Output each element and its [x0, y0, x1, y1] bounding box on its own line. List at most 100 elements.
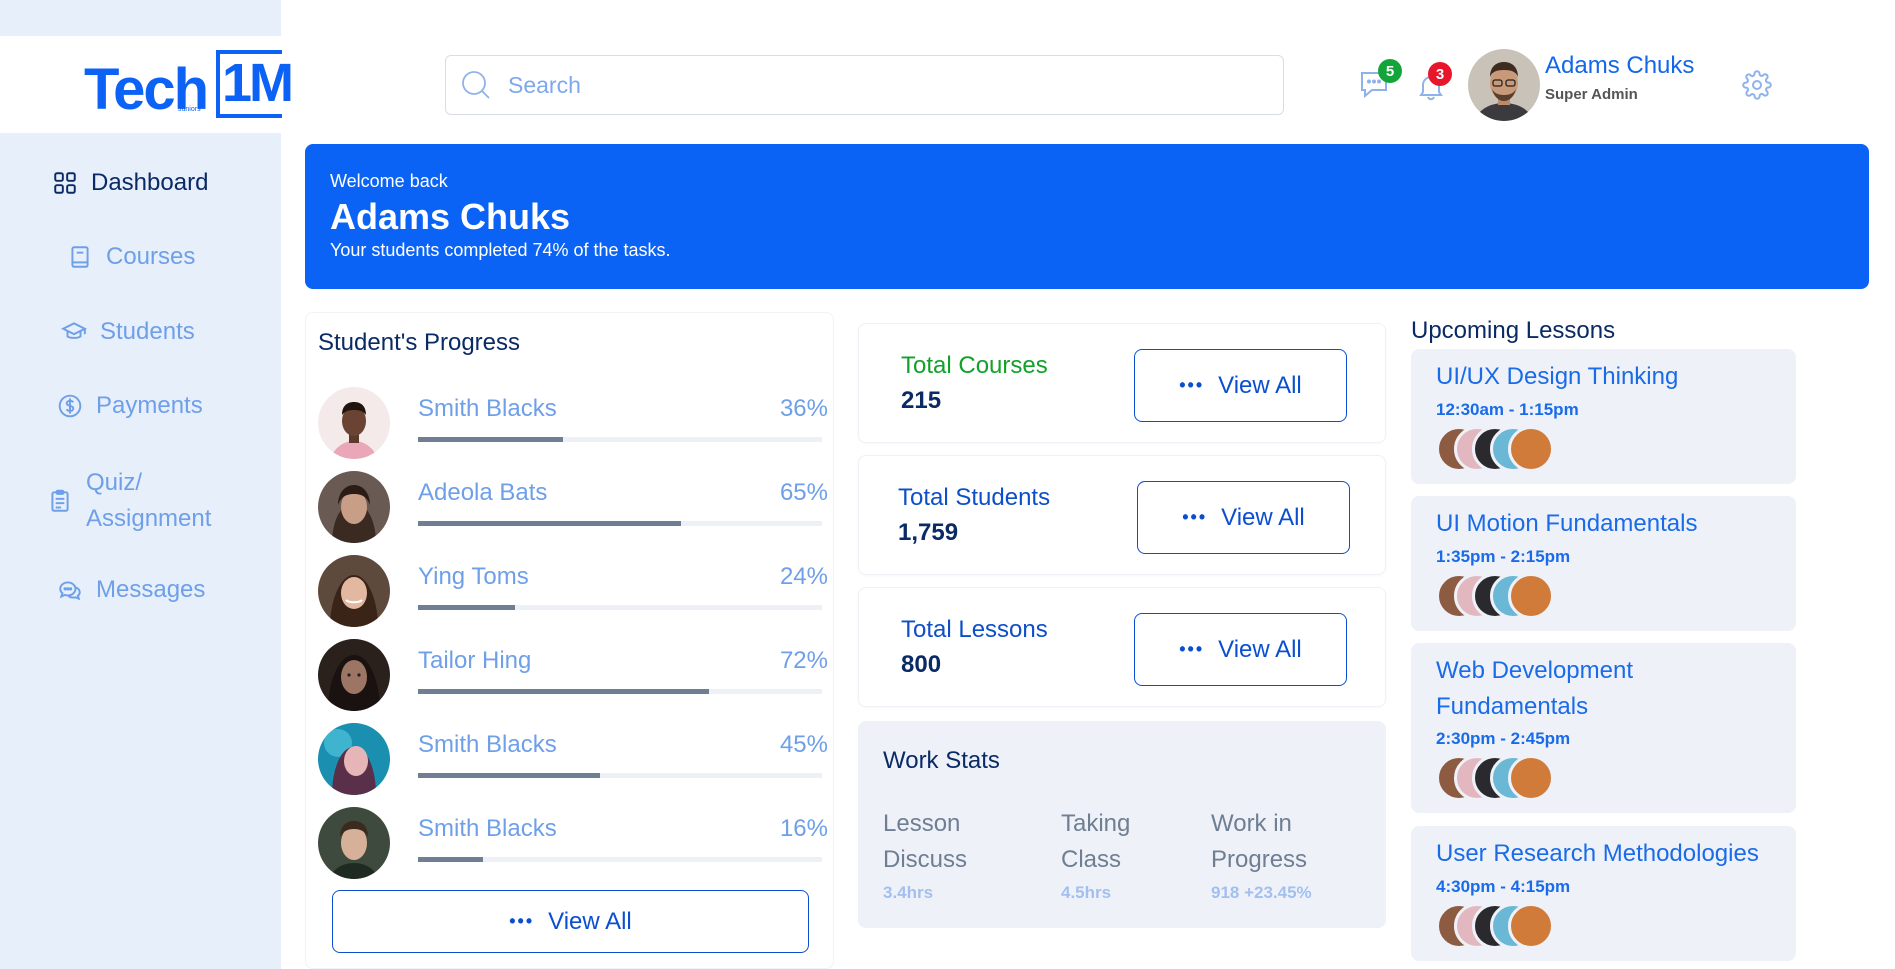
button-label: View All — [548, 907, 632, 935]
lesson-title[interactable]: UI/UX Design Thinking — [1436, 359, 1678, 395]
search-bar[interactable] — [445, 55, 1284, 115]
student-name[interactable]: Ying Toms — [418, 563, 529, 591]
sidebar-item-label-line1: Quiz/ — [86, 469, 143, 496]
lesson-title[interactable]: Web Development Fundamentals — [1436, 653, 1633, 725]
sidebar-item-label: Students — [100, 318, 195, 345]
student-row[interactable]: Smith Blacks 36% — [318, 387, 828, 463]
lesson-time: 2:30pm - 2:45pm — [1436, 729, 1571, 748]
student-row[interactable]: Tailor Hing 72% — [318, 639, 828, 715]
student-row[interactable]: Smith Blacks 16% — [318, 807, 828, 883]
user-name[interactable]: Adams Chuks — [1545, 52, 1694, 80]
attendee-avatar — [1508, 755, 1554, 801]
upcoming-lessons-title: Upcoming Lessons — [1411, 317, 1616, 344]
sidebar-item-label: Messages — [96, 576, 206, 603]
chat-bubbles-icon — [56, 576, 84, 604]
sidebar-item-label: Courses — [106, 243, 196, 270]
lesson-title[interactable]: UI Motion Fundamentals — [1436, 506, 1697, 542]
student-avatar — [318, 387, 390, 459]
work-stat-label-line2: Class — [1061, 846, 1122, 873]
progress-track — [418, 437, 822, 442]
work-stats-card: Work Stats Lesson Discuss 3.4hrs Taking … — [858, 721, 1386, 928]
dots-icon: ••• — [1179, 639, 1205, 659]
search-input[interactable] — [508, 71, 1268, 99]
student-avatar — [318, 723, 390, 795]
stat-card-courses: Total Courses 215 ••• View All — [858, 323, 1386, 443]
graduation-cap-icon — [60, 318, 88, 346]
banner-greeting: Welcome back — [330, 171, 448, 191]
student-percent: 24% — [779, 563, 828, 590]
progress-fill — [418, 689, 709, 694]
notifications-count-badge: 3 — [1428, 62, 1452, 86]
stat-label: Total Courses — [901, 352, 1048, 379]
button-label: View All — [1218, 371, 1302, 399]
sidebar-item-messages[interactable]: Messages — [56, 576, 205, 604]
lesson-card[interactable]: UI Motion Fundamentals 1:35pm - 2:15pm — [1411, 496, 1796, 631]
view-all-lessons-button[interactable]: ••• View All — [1134, 613, 1347, 686]
work-stats-title: Work Stats — [883, 747, 1000, 774]
student-name[interactable]: Tailor Hing — [418, 647, 531, 675]
lesson-title[interactable]: User Research Methodologies — [1436, 836, 1759, 872]
sidebar-item-label: Payments — [96, 392, 203, 419]
lesson-time: 1:35pm - 2:15pm — [1436, 547, 1571, 566]
stat-value: 1,759 — [898, 519, 959, 546]
work-stat-value: 4.5hrs — [1061, 883, 1112, 902]
logo-subtitle: Juniors — [178, 106, 201, 113]
student-name[interactable]: Smith Blacks — [418, 395, 557, 423]
student-row[interactable]: Ying Toms 24% — [318, 555, 828, 631]
view-all-courses-button[interactable]: ••• View All — [1134, 349, 1347, 422]
student-name[interactable]: Smith Blacks — [418, 731, 557, 759]
lesson-card[interactable]: User Research Methodologies 4:30pm - 4:1… — [1411, 826, 1796, 961]
progress-track — [418, 521, 822, 526]
student-percent: 16% — [779, 815, 828, 842]
user-avatar[interactable] — [1468, 49, 1540, 121]
sidebar-item-label: Quiz/ Assignment — [86, 465, 211, 537]
lesson-card[interactable]: UI/UX Design Thinking 12:30am - 1:15pm — [1411, 349, 1796, 484]
student-row[interactable]: Adeola Bats 65% — [318, 471, 828, 547]
student-avatar — [318, 639, 390, 711]
student-row[interactable]: Smith Blacks 45% — [318, 723, 828, 799]
student-percent: 36% — [779, 395, 828, 422]
lesson-title-line1: Web Development — [1436, 657, 1633, 684]
sidebar-item-payments[interactable]: Payments — [56, 392, 203, 420]
progress-track — [418, 689, 822, 694]
student-name[interactable]: Adeola Bats — [418, 479, 547, 507]
sidebar-item-students[interactable]: Students — [60, 318, 195, 346]
dots-icon: ••• — [1179, 375, 1205, 395]
work-stat-value: 3.4hrs — [883, 883, 934, 902]
work-stat-label-line1: Lesson — [883, 810, 961, 837]
logo-badge: 1M — [216, 50, 294, 118]
progress-track — [418, 773, 822, 778]
book-icon — [66, 243, 94, 271]
progress-fill — [418, 605, 515, 610]
dots-icon: ••• — [509, 911, 535, 931]
work-stat-work-in-progress: Work in Progress 918 +23.45% — [1211, 806, 1312, 904]
student-name[interactable]: Smith Blacks — [418, 815, 557, 843]
progress-fill — [418, 773, 600, 778]
sidebar-item-label: Dashboard — [91, 169, 209, 196]
sidebar-item-quiz-assignment[interactable]: Quiz/ Assignment — [46, 465, 211, 537]
dollar-circle-icon — [56, 392, 84, 420]
work-stat-label-line2: Discuss — [883, 846, 968, 873]
view-all-students-button[interactable]: ••• View All — [332, 890, 809, 953]
work-stat-label-line1: Work in — [1211, 810, 1292, 837]
lesson-time: 4:30pm - 4:15pm — [1436, 877, 1571, 896]
sidebar-item-dashboard[interactable]: Dashboard — [51, 169, 208, 197]
sidebar-item-courses[interactable]: Courses — [66, 243, 195, 271]
progress-fill — [418, 857, 483, 862]
student-progress-card: Student's Progress Smith Blacks 36% Adeo… — [305, 312, 834, 969]
attendee-avatars — [1436, 426, 1556, 472]
attendee-avatars — [1436, 903, 1556, 949]
work-stat-label-line2: Progress — [1211, 846, 1308, 873]
lesson-card[interactable]: Web Development Fundamentals 2:30pm - 2:… — [1411, 643, 1796, 813]
view-all-students-stat-button[interactable]: ••• View All — [1137, 481, 1350, 554]
student-percent: 45% — [779, 731, 828, 758]
lesson-time: 12:30am - 1:15pm — [1436, 400, 1579, 419]
work-stat-taking-class: Taking Class 4.5hrs — [1061, 806, 1130, 904]
stat-value: 215 — [901, 387, 942, 414]
stat-card-lessons: Total Lessons 800 ••• View All — [858, 587, 1386, 707]
banner-subtitle: Your students completed 74% of the tasks… — [330, 240, 671, 260]
gear-icon[interactable] — [1742, 70, 1772, 100]
sidebar: Tech 1M Juniors Dashboard Courses Studen… — [0, 0, 294, 969]
banner-name: Adams Chuks — [330, 196, 571, 237]
attendee-avatar — [1508, 573, 1554, 619]
